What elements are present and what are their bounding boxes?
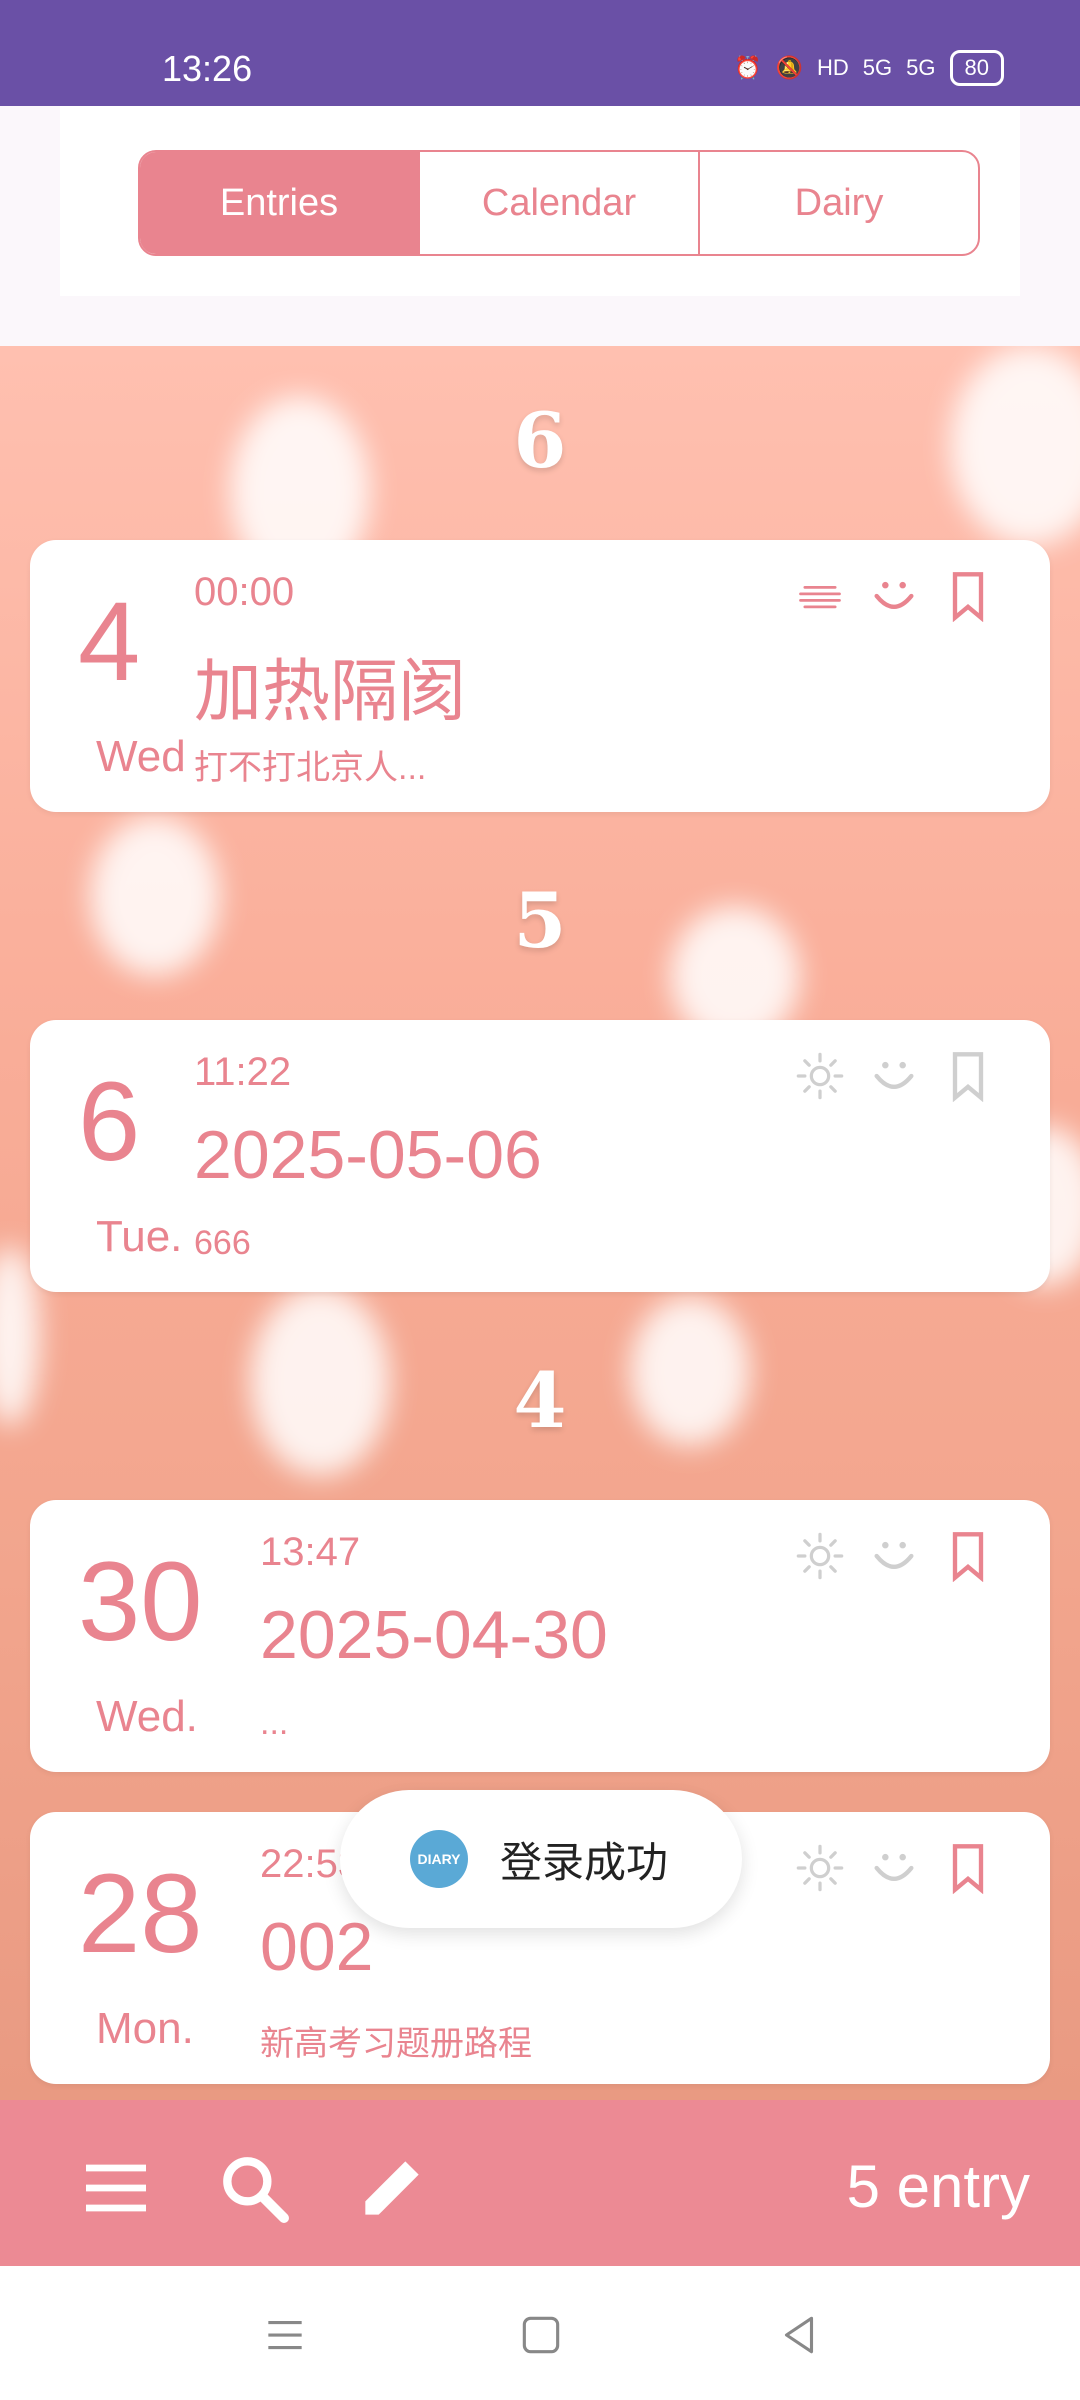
hd-icon: HD bbox=[817, 55, 849, 80]
month-header: 5 bbox=[513, 876, 567, 965]
toast-message: 登录成功 bbox=[500, 1838, 669, 1886]
entry-day: 6 bbox=[78, 1059, 141, 1184]
sun-icon[interactable] bbox=[794, 1050, 846, 1102]
entry-weekday: Tue. bbox=[96, 1212, 183, 1261]
month-header: 4 bbox=[513, 1356, 567, 1445]
entry-count: 5 entry bbox=[846, 2153, 1030, 2220]
alarm-icon: ⏰ bbox=[734, 55, 762, 80]
entry-excerpt: 打不打北京人... bbox=[194, 749, 427, 787]
back-icon[interactable] bbox=[774, 2310, 824, 2360]
haze-icon[interactable] bbox=[794, 570, 846, 622]
tab-entries[interactable]: Entries bbox=[140, 152, 420, 254]
entry-day: 30 bbox=[78, 1539, 203, 1664]
entry-title: 002 bbox=[260, 1909, 374, 1985]
menu-icon[interactable] bbox=[76, 2148, 156, 2228]
battery-icon: 80 bbox=[949, 50, 1004, 86]
tab-calendar[interactable]: Calendar bbox=[420, 152, 700, 254]
status-icons: ⏰ 🔕 HD 5G 5G 80 bbox=[734, 50, 1004, 86]
smile-icon[interactable] bbox=[868, 1530, 920, 1582]
smile-icon[interactable] bbox=[868, 1842, 920, 1894]
entry-weekday: Mon. bbox=[96, 2004, 194, 2053]
signal-5g-icon: 5G bbox=[862, 55, 893, 80]
recents-icon[interactable] bbox=[260, 2310, 310, 2360]
bookmark-icon[interactable] bbox=[942, 1842, 994, 1894]
home-icon[interactable] bbox=[516, 2310, 566, 2360]
bookmark-icon[interactable] bbox=[942, 1530, 994, 1582]
status-bar: 13:26 ⏰ 🔕 HD 5G 5G 80 bbox=[0, 0, 1080, 106]
sun-icon[interactable] bbox=[794, 1842, 846, 1894]
entry-excerpt: 666 bbox=[194, 1224, 251, 1262]
tab-dairy[interactable]: Dairy bbox=[700, 152, 978, 254]
entry-card[interactable]: 30 Wed. 13:47 2025-04-30 ... bbox=[30, 1500, 1050, 1772]
entry-weekday: Wed bbox=[96, 732, 186, 781]
system-nav-bar bbox=[0, 2266, 1080, 2400]
month-header: 6 bbox=[513, 396, 567, 485]
login-success-toast: DIARY 登录成功 bbox=[340, 1790, 742, 1928]
sun-icon[interactable] bbox=[794, 1530, 846, 1582]
entry-day: 4 bbox=[78, 579, 141, 704]
entry-title: 2025-05-06 bbox=[194, 1117, 542, 1193]
view-tabs: Entries Calendar Dairy bbox=[138, 150, 980, 256]
smile-icon[interactable] bbox=[868, 1050, 920, 1102]
entry-excerpt: ... bbox=[260, 1704, 289, 1742]
signal-5g-icon-2: 5G bbox=[906, 55, 936, 80]
smile-icon[interactable] bbox=[868, 570, 920, 622]
status-time: 13:26 bbox=[162, 48, 253, 89]
entry-time: 11:22 bbox=[194, 1050, 292, 1094]
entry-time: 00:00 bbox=[194, 570, 295, 614]
entry-title: 加热隔阂 bbox=[194, 654, 467, 730]
bookmark-icon[interactable] bbox=[942, 1050, 994, 1102]
entry-card[interactable]: 6 Tue. 11:22 2025-05-06 666 bbox=[30, 1020, 1050, 1292]
app-icon: DIARY bbox=[410, 1830, 468, 1888]
entry-time: 13:47 bbox=[260, 1530, 361, 1574]
entry-excerpt: 新高考习题册路程 bbox=[260, 2025, 532, 2063]
mute-icon: 🔕 bbox=[775, 55, 804, 80]
bookmark-icon[interactable] bbox=[942, 570, 994, 622]
search-icon[interactable] bbox=[214, 2148, 294, 2228]
bottom-toolbar: 5 entry bbox=[0, 2100, 1080, 2266]
entry-weekday: Wed. bbox=[96, 1692, 198, 1741]
edit-icon[interactable] bbox=[352, 2148, 432, 2228]
entry-day: 28 bbox=[78, 1851, 203, 1976]
entry-title: 2025-04-30 bbox=[260, 1597, 608, 1673]
entry-card[interactable]: 4 Wed 00:00 加热隔阂 打不打北京人... bbox=[30, 540, 1050, 812]
